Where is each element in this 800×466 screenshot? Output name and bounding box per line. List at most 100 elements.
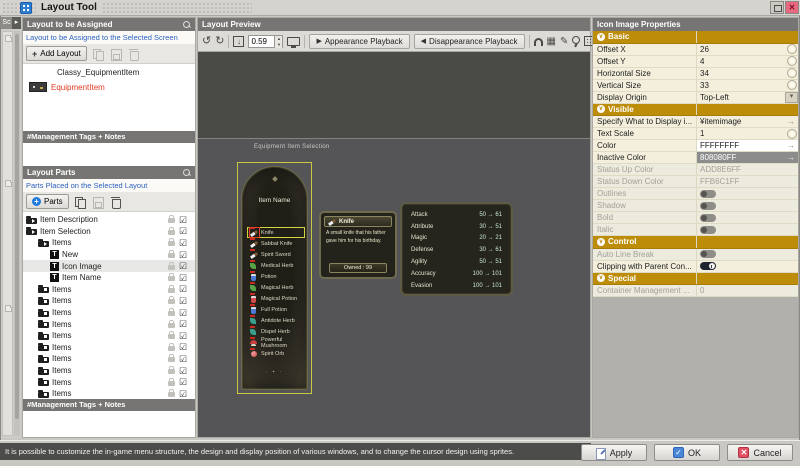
visibility-checkbox-icon[interactable] [179, 273, 190, 283]
row-action-icon[interactable] [785, 92, 798, 103]
property-value-cell[interactable] [696, 212, 798, 223]
step-down-icon[interactable]: ▼ [275, 42, 282, 48]
lock-icon[interactable] [168, 241, 175, 246]
magnet-snap-icon[interactable] [534, 38, 543, 46]
parts-tree-row[interactable]: Items [23, 318, 195, 330]
game-item-row[interactable]: Full Potion [247, 304, 305, 315]
property-row[interactable]: ∨ Offset Y 4 [593, 56, 798, 68]
lock-icon[interactable] [168, 288, 175, 293]
property-value-cell[interactable]: 0 [696, 285, 798, 296]
property-row[interactable]: ∨ Bold [593, 212, 798, 224]
game-item-row[interactable]: Knife [247, 227, 305, 238]
property-row[interactable]: ∨ Special [593, 273, 798, 286]
property-row[interactable]: ∨ Status Up Color ADD8E6FF [593, 164, 798, 176]
property-row[interactable]: ∨ Text Scale 1 [593, 128, 798, 140]
game-item-row[interactable]: Magical Potion [247, 293, 305, 304]
property-value-cell[interactable]: Top-Left [696, 92, 785, 103]
lock-icon[interactable] [168, 392, 175, 397]
lock-icon[interactable] [168, 265, 175, 270]
close-button[interactable]: ✕ [785, 1, 799, 14]
visibility-checkbox-icon[interactable] [179, 319, 190, 329]
parts-tree-row[interactable]: Icon Image [23, 260, 195, 272]
property-row[interactable]: ∨ Control [593, 236, 798, 249]
management-tags-header[interactable]: #Management Tags + Notes [23, 131, 195, 143]
parts-tree-row[interactable]: Items [23, 237, 195, 249]
grid-icon[interactable]: ▦ [547, 36, 556, 47]
lamp-icon[interactable] [572, 36, 580, 44]
management-tags-header[interactable]: #Management Tags + Notes [23, 399, 195, 411]
visibility-checkbox-icon[interactable] [179, 284, 190, 294]
parts-tree-row[interactable]: Item Name [23, 272, 195, 284]
property-row[interactable]: ∨ Italic [593, 224, 798, 236]
property-value-cell[interactable] [696, 31, 798, 43]
parts-tree-row[interactable]: Items [23, 307, 195, 319]
property-row[interactable]: ∨ Horizontal Size 34 [593, 68, 798, 80]
game-item-row[interactable]: Magical Herb [247, 282, 305, 293]
toggle-switch[interactable] [700, 214, 716, 222]
toggle-switch[interactable] [700, 226, 716, 234]
property-row[interactable]: ∨ Color FFFFFFFF → [593, 140, 798, 152]
delete-icon[interactable] [108, 195, 123, 209]
game-item-row[interactable]: Spirit Orb [247, 348, 305, 359]
appearance-playback-button[interactable]: ▶ Appearance Playback [309, 34, 409, 49]
property-value-cell[interactable]: 34 [696, 68, 785, 79]
property-row[interactable]: ∨ Inactive Color 808080FF → [593, 152, 798, 164]
cancel-button[interactable]: ✕ Cancel [727, 444, 793, 461]
ok-button[interactable]: ✓ OK [654, 444, 720, 461]
game-item-row[interactable]: Powerful Mushroom [247, 337, 305, 348]
visibility-checkbox-icon[interactable] [179, 354, 190, 364]
row-action-icon[interactable] [785, 44, 798, 54]
parts-tree-row[interactable]: New [23, 249, 195, 261]
game-item-row[interactable]: Antidote Herb [247, 315, 305, 326]
fit-view-icon[interactable]: ↓ [233, 36, 244, 47]
property-row[interactable]: ∨ Container Management ... 0 [593, 285, 798, 297]
parts-tree-row[interactable]: Items [23, 376, 195, 388]
duplicate-icon[interactable] [90, 47, 105, 61]
row-action-icon[interactable] [785, 68, 798, 78]
layout-item-row[interactable]: EquipmentItem [23, 81, 195, 93]
property-value-cell[interactable] [696, 261, 798, 272]
expand-screen-list-button[interactable]: ▸ [12, 17, 21, 29]
toggle-switch[interactable] [700, 250, 716, 258]
parts-tree-row[interactable]: Items [23, 295, 195, 307]
row-action-icon[interactable] [785, 80, 798, 90]
property-value-cell[interactable] [696, 273, 798, 285]
toggle-switch[interactable] [700, 262, 716, 270]
toggle-switch[interactable] [700, 190, 716, 198]
parts-tree-row[interactable]: Items [23, 365, 195, 377]
property-value-cell[interactable] [696, 200, 798, 211]
property-row[interactable]: ∨ Specify What to Display i... ¥itemimag… [593, 116, 798, 128]
lock-icon[interactable] [168, 311, 175, 316]
property-value-cell[interactable] [696, 236, 798, 248]
lock-icon[interactable] [168, 230, 175, 235]
parts-tree-row[interactable]: Items [23, 330, 195, 342]
search-icon[interactable] [182, 168, 191, 177]
lock-icon[interactable] [168, 369, 175, 374]
visibility-checkbox-icon[interactable] [179, 296, 190, 306]
visibility-checkbox-icon[interactable] [179, 389, 190, 399]
property-value-cell[interactable]: ¥itemimage → [696, 116, 798, 127]
disappearance-playback-button[interactable]: ◀ Disappearance Playback [414, 34, 525, 49]
property-value-cell[interactable] [696, 224, 798, 235]
section-chevron-icon[interactable]: ∨ [597, 238, 605, 246]
property-row[interactable]: ∨ Clipping with Parent Con... [593, 261, 798, 273]
screen-list-scrollbar[interactable] [14, 31, 20, 436]
row-action-icon[interactable] [785, 129, 798, 139]
game-item-row[interactable]: Potion [247, 271, 305, 282]
scrollbar-thumb[interactable] [15, 34, 19, 419]
property-value-cell[interactable]: 33 [696, 80, 785, 91]
lock-icon[interactable] [168, 276, 175, 281]
property-row[interactable]: ∨ Vertical Size 33 [593, 80, 798, 92]
property-value-cell[interactable]: 26 [696, 44, 785, 55]
property-value-cell[interactable]: FFB6C1FF [696, 176, 798, 187]
visibility-checkbox-icon[interactable] [179, 261, 190, 271]
visibility-checkbox-icon[interactable] [179, 308, 190, 318]
property-value-cell[interactable] [696, 249, 798, 260]
redo-icon[interactable]: ↻ [215, 36, 224, 47]
parts-tree-row[interactable]: Items [23, 284, 195, 296]
game-item-row[interactable]: Medical Herb [247, 260, 305, 271]
visibility-checkbox-icon[interactable] [179, 331, 190, 341]
preview-canvas[interactable]: Equipment Item Selection Item Name Knife… [198, 52, 590, 437]
lock-icon[interactable] [168, 299, 175, 304]
layout-group-label[interactable]: Classy_EquipmentItem [23, 67, 195, 79]
